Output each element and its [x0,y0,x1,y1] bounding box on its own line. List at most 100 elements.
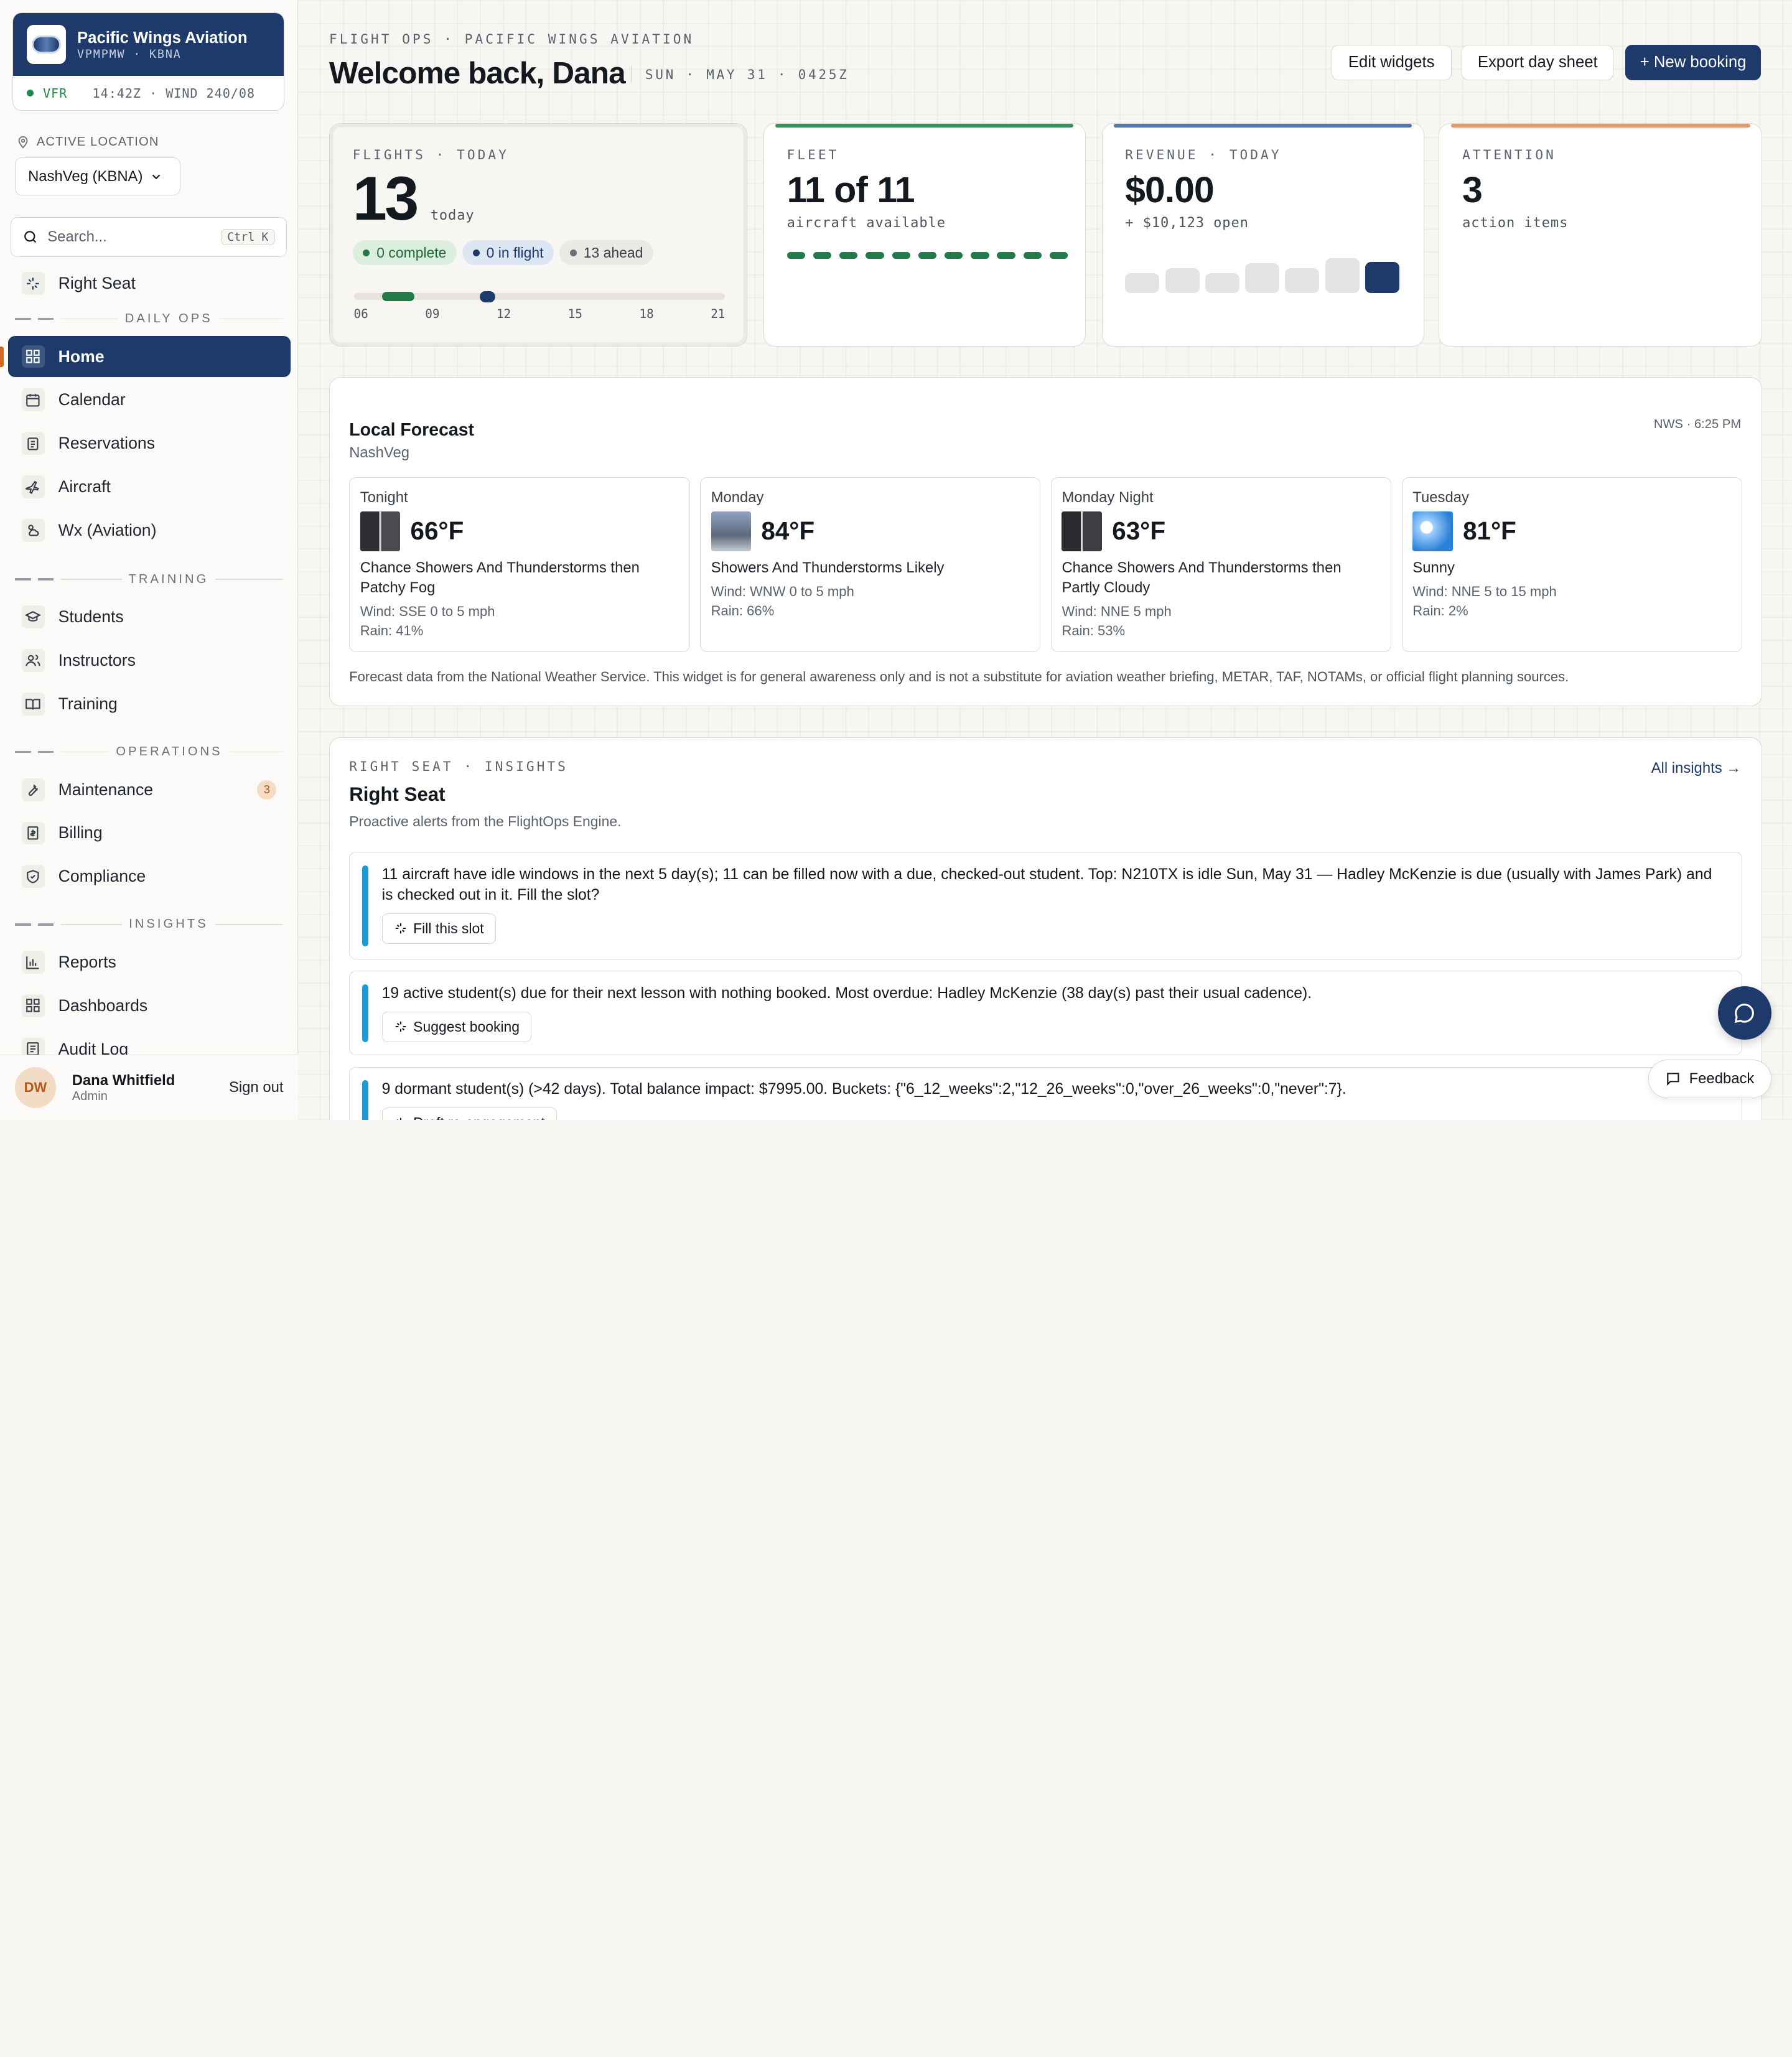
timeline-tick: 06 [353,307,368,322]
brand-card[interactable]: Pacific Wings Aviation VPMPMW · KBNA VFR… [12,12,285,111]
sidebar-item-label: Home [58,347,105,366]
sidebar-item-maintenance[interactable]: Maintenance 3 [8,769,291,810]
storm-icon [711,511,751,551]
fleet-aircraft-dot [1049,252,1068,259]
edit-widgets-button[interactable]: Edit widgets [1331,44,1452,80]
insight-alert: 19 active student(s) due for their next … [349,971,1743,1056]
conditions-strip: VFR 14:42Z · WIND 240/08 [13,76,284,110]
user-name: Dana Whitfield [72,1071,175,1089]
forecast-rain: Rain: 53% [1062,622,1126,638]
fleet-card[interactable]: FLEET 11 of 11 aircraft available [763,123,1086,347]
sidebar-item-label: Reports [58,952,116,971]
revenue-bar [1285,268,1320,294]
storm-night-icon [1062,511,1102,551]
grid-icon [21,345,45,368]
sidebar-item-label: Training [58,694,118,713]
chat-button[interactable] [1717,986,1771,1040]
sidebar-item-reports[interactable]: Reports [8,941,291,982]
brand-logo [27,25,66,64]
sparkle-icon [395,1022,406,1032]
sidebar-item-instructors[interactable]: Instructors [8,640,291,681]
attention-accent [1450,124,1750,128]
sidebar-item-students[interactable]: Students [8,597,291,638]
new-booking-button[interactable]: + New booking [1625,44,1762,80]
forecast-temp: 84°F [761,516,815,546]
suggest-booking-button[interactable]: Suggest booking [381,1011,532,1043]
attention-label: ATTENTION [1462,147,1556,163]
all-insights-link[interactable]: All insights → [1651,760,1742,777]
flight-conditions: VFR [42,85,68,101]
revenue-bar [1245,263,1280,294]
revenue-card[interactable]: REVENUE · TODAY $0.00 + $10,123 open [1101,123,1424,347]
forecast-period: Monday 84°F Showers And Thunderstorms Li… [700,477,1041,652]
insight-alert: 11 aircraft have idle windows in the nex… [349,852,1743,959]
brand-name: Pacific Wings Aviation [77,29,248,47]
flights-today-card[interactable]: FLIGHTS · TODAY 13 today 0 complete 0 in… [329,123,748,347]
attention-card[interactable]: ATTENTION 3 action items [1439,123,1763,347]
sidebar-item-right-seat[interactable]: Right Seat [8,263,291,304]
complete-pill[interactable]: 0 complete [352,240,457,266]
export-day-sheet-button[interactable]: Export day sheet [1462,44,1614,80]
sidebar-item-label: Right Seat [58,273,136,292]
user-role: Admin [72,1089,108,1103]
forecast-rain: Rain: 41% [360,622,424,638]
map-pin-icon [18,136,28,149]
fleet-value: 11 of 11 [786,170,915,211]
feedback-button[interactable]: Feedback [1648,1059,1771,1099]
sidebar: Pacific Wings Aviation VPMPMW · KBNA VFR… [0,0,299,1120]
location-select[interactable]: NashVeg (KBNA) [14,157,181,196]
sidebar-item-home[interactable]: Home [7,335,291,378]
book-icon [21,693,45,716]
sidebar-item-training[interactable]: Training [8,683,291,724]
sidebar-item-billing[interactable]: Billing [8,813,291,854]
brand-codes: VPMPMW · KBNA [77,47,182,61]
fleet-sub: aircraft available [786,215,946,231]
in-flight-pill[interactable]: 0 in flight [462,240,554,266]
vfr-status-dot [27,90,34,97]
fleet-aircraft-dot [918,252,937,259]
search-input[interactable]: Search... Ctrl K [10,217,287,258]
sidebar-item-reservations[interactable]: Reservations [8,423,291,464]
fill-slot-button[interactable]: Fill this slot [381,913,496,945]
search-shortcut: Ctrl K [220,228,275,246]
forecast-rain: Rain: 66% [711,602,775,618]
sign-out-button[interactable]: Sign out [229,1079,284,1096]
chat-bubble-icon [1734,1003,1755,1023]
forecast-location: NashVeg [349,444,410,461]
forecast-temp: 81°F [1463,516,1516,546]
sidebar-item-label: Dashboards [58,996,148,1015]
ahead-pill[interactable]: 13 ahead [559,240,653,266]
fleet-aircraft-dot [786,252,805,259]
avatar[interactable]: DW [14,1067,56,1109]
revenue-bar [1365,262,1399,294]
sidebar-item-label: Wx (Aviation) [58,520,157,539]
sidebar-item-wx[interactable]: Wx (Aviation) [8,510,291,551]
insight-alert: 9 dormant student(s) (>42 days). Total b… [349,1066,1743,1120]
sidebar-item-label: Billing [58,823,103,842]
forecast-period-name: Tonight [360,489,408,506]
sidebar-item-label: Reservations [58,434,156,453]
location-label-text: ACTIVE LOCATION [36,134,159,149]
sidebar-item-compliance[interactable]: Compliance [8,856,291,897]
timeline-ticks: 06 09 12 15 18 21 [354,307,726,321]
sidebar-item-label: Instructors [58,651,136,670]
forecast-desc: Chance Showers And Thunderstorms then Pa… [1062,559,1342,597]
section-daily-ops: DAILY OPS [14,311,284,327]
section-insights: INSIGHTS [14,917,284,933]
sidebar-item-dashboards[interactable]: Dashboards [8,985,291,1026]
insights-subtitle: Proactive alerts from the FlightOps Engi… [349,813,622,829]
graduation-cap-icon [21,605,45,629]
revenue-accent [1113,124,1412,128]
sidebar-item-calendar[interactable]: Calendar [8,380,291,421]
wrench-icon [21,778,45,801]
storm-fog-icon [360,511,400,551]
forecast-desc: Showers And Thunderstorms Likely [711,559,945,576]
revenue-bar [1325,258,1360,294]
chevron-down-icon [152,174,161,180]
fleet-accent [775,124,1074,128]
insights-eyebrow: RIGHT SEAT · INSIGHTS [349,758,568,774]
draft-re-engagement-button[interactable]: Draft re-engagement [381,1107,558,1120]
sidebar-item-aircraft[interactable]: Aircraft [8,466,291,507]
forecast-temp: 63°F [1112,516,1165,546]
alert-text: 11 aircraft have idle windows in the nex… [381,865,1712,903]
